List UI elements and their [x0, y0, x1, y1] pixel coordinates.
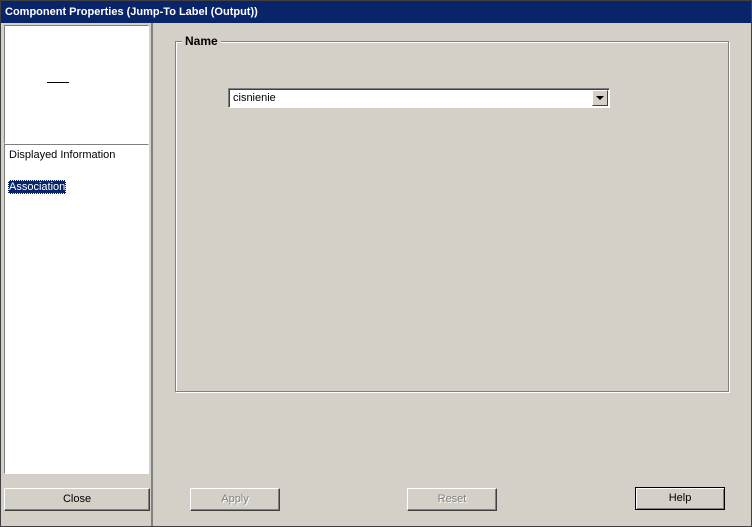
component-properties-window: Component Properties (Jump-To Label (Out…: [0, 0, 752, 527]
nav-item-association[interactable]: Association: [8, 180, 67, 194]
properties-panel: Name cisnienie Apply Reset Help: [153, 23, 751, 526]
left-panel: Displayed Information Association Close: [1, 23, 153, 526]
preview-line-glyph: [47, 82, 69, 83]
name-select[interactable]: cisnienie: [228, 88, 610, 108]
close-button[interactable]: Close: [4, 488, 150, 511]
reset-button[interactable]: Reset: [407, 488, 497, 511]
chevron-down-icon[interactable]: [592, 90, 608, 106]
property-category-list: Displayed Information Association: [4, 144, 149, 474]
name-select-value: cisnienie: [233, 92, 276, 104]
apply-button[interactable]: Apply: [190, 488, 280, 511]
nav-item-displayed-information[interactable]: Displayed Information: [8, 148, 116, 162]
name-groupbox: Name cisnienie: [175, 34, 729, 392]
window-title: Component Properties (Jump-To Label (Out…: [1, 1, 751, 23]
component-preview: [4, 25, 149, 144]
help-button[interactable]: Help: [635, 487, 725, 510]
name-group-title: Name: [182, 34, 221, 48]
